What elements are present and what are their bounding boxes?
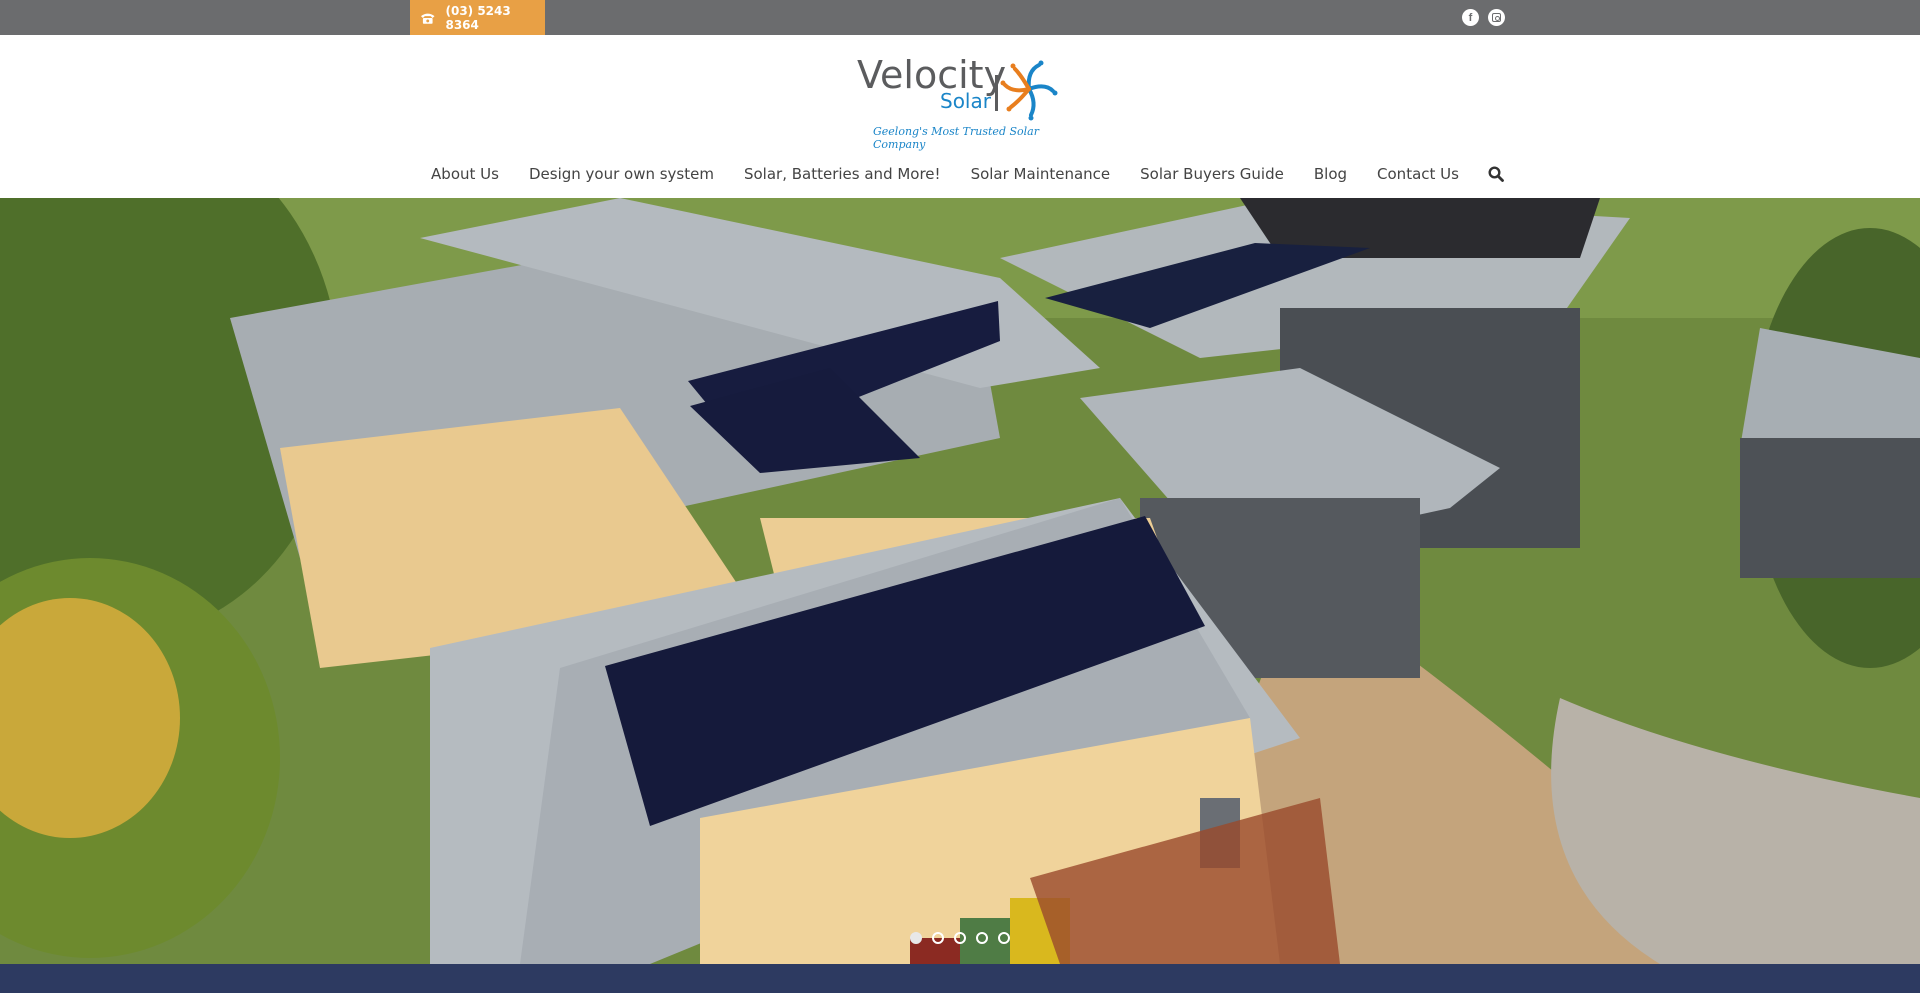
logo-tagline: Geelong's Most Trusted Solar Company: [873, 125, 1039, 151]
main-nav: About Us Design your own system Solar, B…: [0, 159, 1920, 189]
slide-dot-5[interactable]: [998, 932, 1010, 944]
phone-icon: [420, 13, 435, 24]
hero-slider: [0, 198, 1920, 964]
slide-dot-2[interactable]: [932, 932, 944, 944]
logo[interactable]: Velocity Solar Geelong's Most Trusted So…: [855, 53, 1065, 151]
facebook-link[interactable]: f: [1462, 9, 1479, 26]
slider-pagination: [0, 932, 1920, 944]
phone-link[interactable]: (03) 5243 8364: [410, 0, 545, 35]
slide-dot-3[interactable]: [954, 932, 966, 944]
instagram-link[interactable]: [1488, 9, 1505, 26]
search-icon[interactable]: [1488, 166, 1504, 182]
logo-swirl-icon: [1000, 60, 1058, 121]
nav-solar-maintenance[interactable]: Solar Maintenance: [971, 165, 1111, 183]
section-band: [0, 964, 1920, 993]
site-header: Velocity Solar Geelong's Most Trusted So…: [0, 35, 1920, 198]
nav-design-your-own-system[interactable]: Design your own system: [529, 165, 714, 183]
slide-dot-4[interactable]: [976, 932, 988, 944]
nav-solar-batteries-and-more[interactable]: Solar, Batteries and More!: [744, 165, 941, 183]
slide-dot-1[interactable]: [910, 932, 922, 944]
nav-blog[interactable]: Blog: [1314, 165, 1347, 183]
nav-about-us[interactable]: About Us: [431, 165, 499, 183]
instagram-icon: [1492, 13, 1501, 22]
hero-image: [0, 198, 1920, 964]
top-bar: (03) 5243 8364 f: [0, 0, 1920, 35]
phone-number: (03) 5243 8364: [445, 3, 511, 32]
nav-solar-buyers-guide[interactable]: Solar Buyers Guide: [1140, 165, 1284, 183]
logo-sub: Solar: [940, 89, 991, 113]
facebook-icon: f: [1468, 11, 1473, 24]
nav-contact-us[interactable]: Contact Us: [1377, 165, 1459, 183]
